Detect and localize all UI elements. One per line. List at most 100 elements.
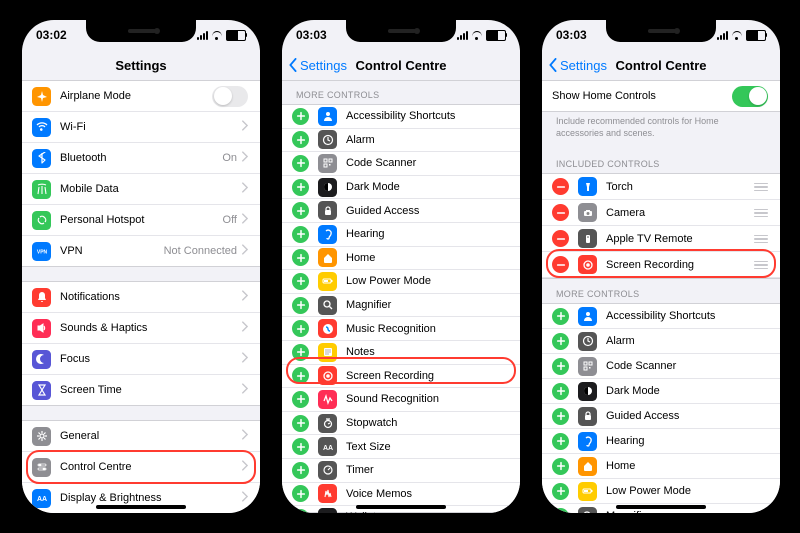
- control-row[interactable]: Accessibility Shortcuts: [542, 304, 780, 329]
- control-row[interactable]: Timer: [282, 459, 520, 483]
- control-row[interactable]: Magnifier: [282, 294, 520, 318]
- control-row[interactable]: Low Power Mode: [542, 479, 780, 504]
- home-indicator[interactable]: [96, 505, 186, 509]
- control-row[interactable]: Alarm: [542, 329, 780, 354]
- reorder-handle[interactable]: [748, 261, 768, 270]
- control-row[interactable]: Dark Mode: [282, 176, 520, 200]
- settings-row[interactable]: BluetoothOn: [22, 143, 260, 174]
- add-button[interactable]: [292, 367, 309, 384]
- remove-button[interactable]: [552, 178, 569, 195]
- settings-row[interactable]: Wi-Fi: [22, 112, 260, 143]
- add-button[interactable]: [292, 438, 309, 455]
- back-button[interactable]: Settings: [548, 58, 607, 73]
- settings-row[interactable]: Focus: [22, 344, 260, 375]
- control-row[interactable]: Guided Access: [542, 404, 780, 429]
- add-button[interactable]: [292, 320, 309, 337]
- remove-button[interactable]: [552, 204, 569, 221]
- camera-icon: [578, 203, 597, 222]
- control-row[interactable]: Hearing: [282, 223, 520, 247]
- remove-button[interactable]: [552, 256, 569, 273]
- settings-row[interactable]: Sounds & Haptics: [22, 313, 260, 344]
- control-row[interactable]: Home: [542, 454, 780, 479]
- add-button[interactable]: [292, 344, 309, 361]
- section-header-more: MORE CONTROLS: [282, 80, 520, 104]
- add-button[interactable]: [552, 433, 569, 450]
- add-button[interactable]: [292, 297, 309, 314]
- control-row[interactable]: Accessibility Shortcuts: [282, 105, 520, 129]
- control-row[interactable]: Screen Recording: [282, 365, 520, 389]
- control-row[interactable]: Torch: [542, 174, 780, 200]
- speaker-icon: [32, 319, 51, 338]
- add-button[interactable]: [292, 202, 309, 219]
- settings-row[interactable]: Screen Time: [22, 375, 260, 405]
- reorder-handle[interactable]: [748, 209, 768, 218]
- chevron-right-icon: [241, 211, 248, 229]
- wifi-icon: [32, 118, 51, 137]
- add-button[interactable]: [552, 483, 569, 500]
- settings-row[interactable]: Personal HotspotOff: [22, 205, 260, 236]
- record-icon: [318, 366, 337, 385]
- battery-icon: [486, 30, 506, 41]
- control-row[interactable]: Camera: [542, 200, 780, 226]
- add-button[interactable]: [292, 131, 309, 148]
- row-label: Magnifier: [606, 510, 768, 513]
- add-button[interactable]: [292, 415, 309, 432]
- control-row[interactable]: Notes: [282, 341, 520, 365]
- add-button[interactable]: [552, 333, 569, 350]
- show-home-toggle[interactable]: [732, 86, 768, 107]
- add-button[interactable]: [292, 509, 309, 513]
- remove-button[interactable]: [552, 230, 569, 247]
- reorder-handle[interactable]: [748, 235, 768, 244]
- cellular-icon: [457, 31, 468, 40]
- add-button[interactable]: [292, 155, 309, 172]
- add-button[interactable]: [292, 273, 309, 290]
- control-row[interactable]: Music Recognition: [282, 317, 520, 341]
- control-row[interactable]: Sound Recognition: [282, 388, 520, 412]
- home-indicator[interactable]: [356, 505, 446, 509]
- gear-icon: [32, 427, 51, 446]
- settings-row[interactable]: Mobile Data: [22, 174, 260, 205]
- remote-icon: [578, 229, 597, 248]
- control-row[interactable]: Guided Access: [282, 199, 520, 223]
- add-button[interactable]: [552, 408, 569, 425]
- add-button[interactable]: [552, 508, 569, 513]
- add-button[interactable]: [552, 458, 569, 475]
- control-row[interactable]: Stopwatch: [282, 412, 520, 436]
- control-row[interactable]: Code Scanner: [282, 152, 520, 176]
- toggle[interactable]: [212, 86, 248, 107]
- control-row[interactable]: Alarm: [282, 129, 520, 153]
- add-button[interactable]: [292, 485, 309, 502]
- back-button[interactable]: Settings: [288, 58, 347, 73]
- control-row[interactable]: AAText Size: [282, 435, 520, 459]
- control-row[interactable]: Dark Mode: [542, 379, 780, 404]
- control-row[interactable]: Hearing: [542, 429, 780, 454]
- AA-icon: AA: [318, 437, 337, 456]
- add-button[interactable]: [552, 358, 569, 375]
- control-row[interactable]: Low Power Mode: [282, 270, 520, 294]
- add-button[interactable]: [552, 308, 569, 325]
- chevron-right-icon: [241, 489, 248, 507]
- control-row[interactable]: Code Scanner: [542, 354, 780, 379]
- add-button[interactable]: [292, 462, 309, 479]
- settings-row[interactable]: VPNVPNNot Connected: [22, 236, 260, 266]
- show-home-controls-row[interactable]: Show Home Controls: [542, 81, 780, 111]
- home-indicator[interactable]: [616, 505, 706, 509]
- control-row[interactable]: Home: [282, 247, 520, 271]
- add-button[interactable]: [292, 108, 309, 125]
- settings-row[interactable]: Airplane Mode: [22, 81, 260, 112]
- control-row[interactable]: Apple TV Remote: [542, 226, 780, 252]
- control-row[interactable]: Voice Memos: [282, 483, 520, 507]
- settings-row[interactable]: Notifications: [22, 282, 260, 313]
- nav-bar: Settings: [22, 50, 260, 81]
- settings-row[interactable]: General: [22, 421, 260, 452]
- control-row[interactable]: Screen Recording: [542, 252, 780, 278]
- row-label: Accessibility Shortcuts: [606, 310, 768, 322]
- reorder-handle[interactable]: [748, 183, 768, 192]
- settings-row[interactable]: Control Centre: [22, 452, 260, 483]
- add-button[interactable]: [292, 391, 309, 408]
- row-label: Show Home Controls: [552, 90, 732, 102]
- add-button[interactable]: [292, 226, 309, 243]
- add-button[interactable]: [292, 249, 309, 266]
- add-button[interactable]: [292, 179, 309, 196]
- add-button[interactable]: [552, 383, 569, 400]
